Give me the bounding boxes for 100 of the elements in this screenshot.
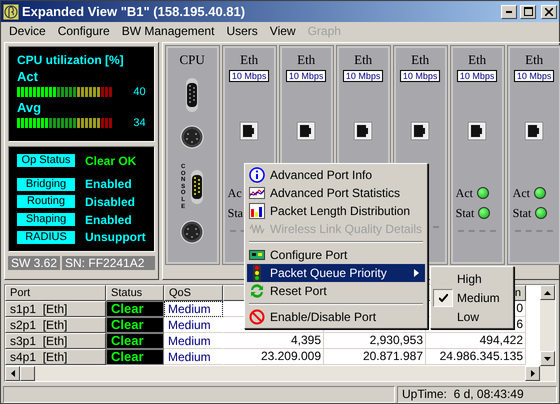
serial-number: SN: FF2241A2 [62, 256, 155, 270]
speed-label: 10 Mbps [342, 70, 384, 82]
port-cell[interactable]: s4p1 [Eth] [5, 349, 106, 365]
meter-reading: 40 [133, 86, 146, 98]
status-label: Routing [17, 195, 75, 208]
slot-title: Eth [468, 52, 486, 68]
led-label: Stat [456, 206, 474, 220]
table-cell: 4,395 [223, 333, 324, 349]
menu-item[interactable]: Configure [52, 24, 116, 38]
ethernet-port-icon [525, 122, 544, 140]
speed-label: 10 Mbps [228, 70, 270, 82]
prohibited-icon [249, 309, 265, 325]
context-menu-item[interactable]: Enable/Disable Port [247, 308, 425, 326]
status-value: Disabled [85, 194, 136, 209]
slot-title: Eth [297, 52, 316, 68]
port-cell[interactable]: s3p1 [Eth] [5, 333, 106, 349]
ethernet-port-icon [411, 122, 430, 140]
slot-title: Eth [354, 52, 372, 68]
serial-port-icon [185, 78, 200, 112]
status-value: Enabled [85, 177, 132, 192]
cpu-title: CPU utilization [%] [17, 53, 125, 67]
menu-item[interactable]: Device [3, 24, 52, 38]
horizontal-scrollbar[interactable] [5, 366, 555, 381]
status-value: Enabled [85, 212, 132, 227]
led-label: Act [512, 186, 530, 200]
speed-label: 10 Mbps [400, 70, 440, 82]
line-chart-icon [249, 185, 265, 201]
table-cell: 2,930,953 [324, 333, 426, 349]
qos-cell[interactable]: Medium [164, 301, 223, 317]
vertical-scrollbar[interactable] [540, 285, 555, 366]
bar-chart-icon [249, 203, 265, 219]
minimize-icon [506, 10, 512, 12]
status-cell: Clear [106, 317, 164, 333]
context-menu-item[interactable]: Packet Length Distribution [247, 202, 425, 220]
app-logo-icon [3, 4, 19, 20]
port-cell[interactable]: s2p1 [Eth] [5, 317, 106, 333]
wave-icon [249, 221, 265, 237]
table-cell: 23.209.009 [223, 349, 324, 365]
table-cell: 494,422 [426, 333, 526, 349]
speed-label: 10 Mbps [286, 70, 326, 82]
meter-reading: 34 [133, 117, 146, 129]
menu-item[interactable]: View [264, 24, 302, 38]
slot-title: CPU [180, 52, 205, 68]
status-cell: Clear [106, 301, 164, 317]
status-value: Clear OK [85, 154, 136, 168]
submenu-arrow-icon [414, 269, 419, 277]
close-icon [545, 8, 553, 16]
status-label: Op Status [17, 154, 75, 168]
qos-cell[interactable]: Medium [164, 349, 223, 365]
context-menu-item[interactable]: Advanced Port Info [247, 166, 425, 184]
table-cell: 24.986.345.135 [426, 349, 526, 365]
ethernet-port-icon [240, 122, 258, 140]
status-label: Bridging [17, 178, 75, 191]
status-cell: Clear [106, 333, 164, 349]
column-header[interactable]: Status [106, 285, 164, 301]
minimize-button[interactable] [501, 4, 517, 18]
slot-title: Eth [411, 52, 430, 68]
context-menu-item[interactable]: Packet Queue Priority [247, 264, 425, 282]
qos-cell[interactable]: Medium [164, 317, 223, 333]
ethernet-port-icon [297, 122, 316, 140]
speed-label: 10 Mbps [514, 70, 554, 82]
software-version: SW 3.62 [8, 256, 60, 270]
scroll-left-icon[interactable] [5, 366, 20, 381]
context-menu-item[interactable]: Reset Port [247, 282, 425, 300]
scroll-right-icon[interactable] [525, 366, 540, 381]
maximize-icon [524, 7, 532, 16]
context-menu-item[interactable]: Advanced Port Statistics [247, 184, 425, 202]
scroll-thumb[interactable] [20, 366, 35, 381]
column-header[interactable]: QoS [164, 285, 223, 301]
scroll-up-icon[interactable] [540, 285, 555, 300]
qos-cell[interactable]: Medium [164, 333, 223, 349]
led-label: Ac [228, 186, 242, 200]
circuit-board-icon [249, 247, 265, 263]
window-title: Expanded View "B1" (158.195.40.81) [22, 4, 246, 19]
round-port-icon [180, 125, 204, 149]
context-menu-item[interactable]: Configure Port [247, 246, 425, 264]
led-label: Stat [512, 206, 532, 220]
slot-title: Eth [525, 52, 544, 68]
ethernet-port-icon [354, 122, 372, 140]
status-label: RADIUS [17, 230, 75, 244]
slot-title: Eth [240, 52, 258, 68]
refresh-icon [249, 283, 265, 299]
table-cell: 20.871.987 [324, 349, 426, 365]
status-label: Shaping [17, 213, 75, 226]
close-button[interactable] [541, 4, 557, 18]
menu-item[interactable]: Users [220, 24, 264, 38]
meter-label: Act [17, 69, 39, 84]
led-label: Sta [228, 206, 243, 220]
port-cell[interactable]: s1p1 [Eth] [5, 301, 106, 317]
speed-label: 10 Mbps [456, 70, 498, 82]
serial-port-icon [190, 170, 204, 204]
check-icon [438, 294, 448, 302]
scroll-down-icon[interactable] [540, 351, 555, 366]
led-label: Act [456, 186, 473, 200]
maximize-button[interactable] [520, 4, 536, 18]
menu-item[interactable]: BW Management [116, 24, 220, 38]
status-value: Unsupport [85, 230, 146, 244]
submenu-item[interactable]: High [457, 272, 482, 286]
column-header[interactable]: Port [5, 285, 106, 301]
info-icon [249, 167, 265, 183]
